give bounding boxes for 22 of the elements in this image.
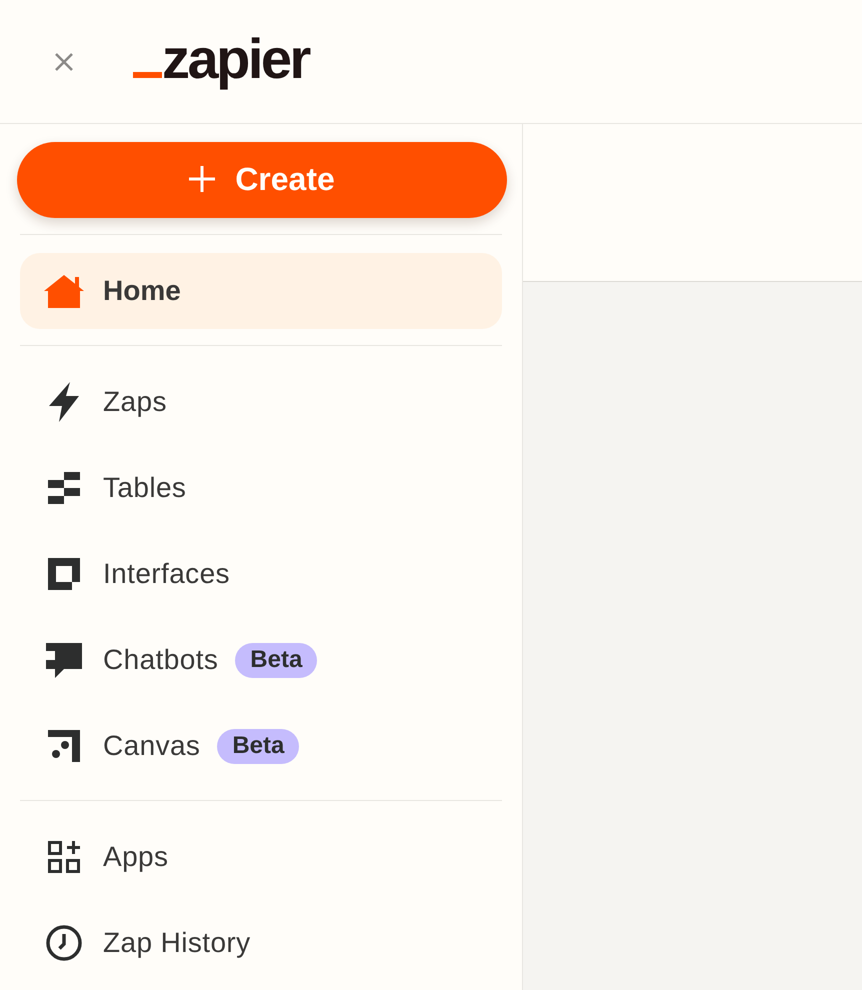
beta-badge: Beta xyxy=(235,642,318,678)
square-frame-icon xyxy=(48,558,80,590)
sidebar-nav-item[interactable]: Home xyxy=(20,253,502,329)
logo-underscore-icon xyxy=(133,72,162,78)
plus-icon xyxy=(189,166,216,192)
home-icon xyxy=(44,274,84,308)
corner-dots-icon xyxy=(48,730,80,762)
sidebar-nav-item[interactable]: Tables xyxy=(20,450,502,526)
staggered-blocks-icon xyxy=(48,472,80,504)
close-icon xyxy=(54,52,74,72)
sidebar-nav-item[interactable]: Apps xyxy=(20,819,502,895)
sidebar-nav-item[interactable]: Chatbots Beta xyxy=(20,622,502,698)
sidebar-nav-item[interactable]: Canvas Beta xyxy=(20,708,502,784)
lightning-bolt-icon xyxy=(49,382,79,422)
clock-icon xyxy=(46,925,82,961)
beta-badge: Beta xyxy=(217,728,300,764)
chat-bubble-icon xyxy=(46,642,82,678)
close-button[interactable] xyxy=(54,52,74,72)
sidebar-nav-item[interactable]: Zap History xyxy=(20,905,502,981)
sidebar-nav-item[interactable]: Zaps xyxy=(20,364,502,440)
add-grid-icon xyxy=(48,841,80,873)
sidebar-nav-item[interactable]: Interfaces xyxy=(20,536,502,612)
